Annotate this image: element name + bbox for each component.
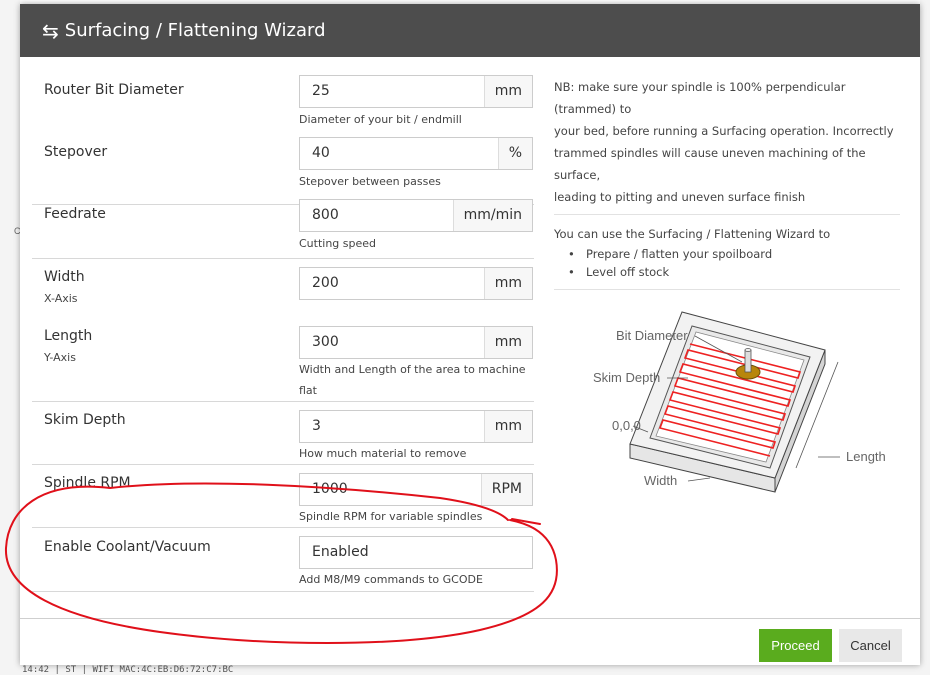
surfacing-wizard-dialog: ⇆ Surfacing / Flattening Wizard Router B… [20, 4, 920, 665]
spindle-rpm-help: Spindle RPM for variable spindles [299, 510, 483, 523]
length-label: Length [44, 328, 93, 344]
list-item: Prepare / flatten your spoilboard [568, 245, 900, 263]
unit-addon: mm [483, 411, 532, 442]
origin-label: 0,0,0 [612, 418, 641, 433]
skim-depth-input[interactable]: 3 mm [299, 410, 533, 443]
feedrate-input[interactable]: 800 mm/min [299, 199, 533, 232]
dimensions-help-line1: Width and Length of the area to machine [299, 363, 526, 376]
spindle-rpm-input[interactable]: 1000 RPM [299, 473, 533, 506]
dimensions-help-line2: flat [299, 384, 317, 397]
coolant-help: Add M8/M9 commands to GCODE [299, 573, 483, 586]
skim-depth-row: Skim Depth 3 mm How much material to rem… [32, 402, 534, 465]
coolant-label: Enable Coolant/Vacuum [44, 539, 211, 555]
skim-depth-label: Skim Depth [44, 412, 126, 428]
footer-divider [20, 618, 920, 619]
coolant-row: Enable Coolant/Vacuum Enabled Add M8/M9 … [32, 528, 534, 592]
width-axis-label: X-Axis [44, 292, 78, 305]
feedrate-help: Cutting speed [299, 237, 377, 250]
notes-panel: NB: make sure your spindle is 100% perpe… [554, 76, 900, 290]
skim-depth-diagram-label: Skim Depth [593, 370, 660, 385]
unit-addon: RPM [480, 474, 532, 505]
feedrate-label: Feedrate [44, 206, 106, 222]
bit-diameter-label: Bit Diameter [616, 328, 688, 343]
cancel-button[interactable]: Cancel [839, 629, 902, 662]
surfacing-diagram: Bit Diameter Skim Depth 0,0,0 Width Leng… [593, 311, 886, 493]
swap-arrows-icon: ⇆ [42, 18, 59, 43]
unit-addon: mm/min [452, 200, 532, 231]
uses-list: Prepare / flatten your spoilboard Level … [554, 245, 900, 281]
length-axis-label: Y-Axis [44, 351, 76, 364]
divider [554, 289, 900, 290]
unit-addon: mm [483, 268, 532, 299]
width-label: Width [44, 269, 85, 285]
width-diagram-label: Width [644, 473, 677, 488]
length-diagram-label: Length [846, 449, 886, 464]
coolant-select[interactable]: Enabled [299, 536, 533, 569]
spindle-rpm-row: Spindle RPM 1000 RPM Spindle RPM for var… [32, 465, 534, 528]
feedrate-row: Feedrate 800 mm/min Cutting speed [32, 57, 534, 259]
background-app-right-strip [920, 0, 930, 675]
dialog-titlebar: ⇆ Surfacing / Flattening Wizard [20, 4, 920, 57]
uses-intro: You can use the Surfacing / Flattening W… [554, 227, 831, 241]
width-input[interactable]: 200 mm [299, 267, 533, 300]
length-input[interactable]: 300 mm [299, 326, 533, 359]
dialog-title: Surfacing / Flattening Wizard [64, 20, 326, 41]
dimensions-row: Width X-Axis 200 mm Length Y-Axis 300 mm… [32, 259, 534, 402]
spindle-rpm-label: Spindle RPM [44, 475, 131, 491]
divider [554, 214, 900, 215]
unit-addon: mm [483, 327, 532, 358]
background-status-bar: 14:42 | ST | WIFI MAC:4C:EB:D6:72:C7:BC [0, 665, 930, 675]
list-item: Level off stock [568, 263, 900, 281]
proceed-button[interactable]: Proceed [759, 629, 832, 662]
background-app-left-strip: C [0, 0, 21, 675]
tramming-note: NB: make sure your spindle is 100% perpe… [554, 80, 894, 204]
skim-depth-help: How much material to remove [299, 447, 467, 460]
